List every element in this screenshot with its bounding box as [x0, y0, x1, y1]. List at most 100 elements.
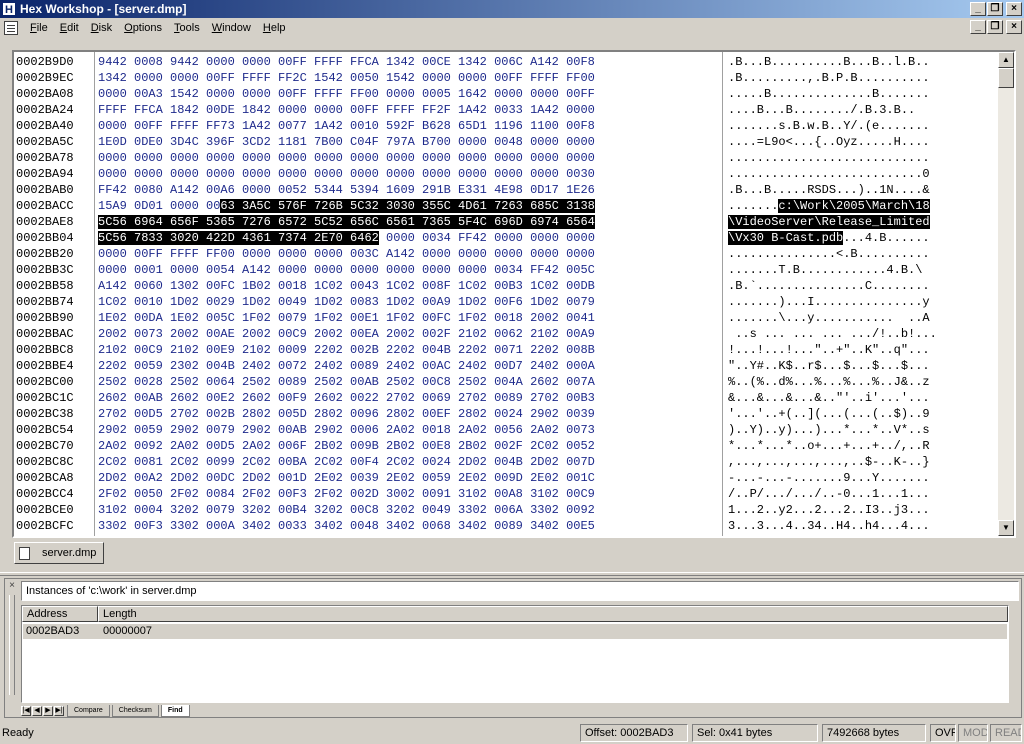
row-hex-bytes[interactable]: 2602 00AB 2602 00E2 2602 00F9 2602 0022 … [98, 390, 595, 406]
title-bar[interactable]: H Hex Workshop - [server.dmp] _ ❐ × [0, 0, 1024, 18]
hex-bytes[interactable]: ..s ... ... ... .../!..b!... [728, 327, 937, 341]
row-ascii[interactable]: .B...B..........B...B..l.B.. [728, 54, 930, 70]
row-ascii[interactable]: ............................ [728, 150, 930, 166]
hex-bytes[interactable]: .B...B.....RSDS...)..1N....& [728, 183, 930, 197]
row-ascii[interactable]: .......s.B.w.B..Y/.(e....... [728, 118, 930, 134]
hex-bytes[interactable]: ...............<.B.......... [728, 247, 930, 261]
row-hex-bytes[interactable]: 0000 0000 0000 0000 0000 0000 0000 0000 … [98, 150, 595, 166]
row-hex-bytes[interactable]: 3302 00F3 3302 000A 3402 0033 3402 0048 … [98, 518, 595, 534]
row-ascii[interactable]: /..P/.../.../..-0...1...1... [728, 486, 930, 502]
selected-bytes[interactable]: 5C56 6964 656F 5365 7276 6572 5C52 656C … [98, 215, 595, 229]
row-ascii[interactable]: .......\...y........... ..A [728, 310, 930, 326]
vertical-scrollbar[interactable]: ▲ ▼ [998, 52, 1014, 536]
hex-bytes[interactable]: )..Y)..y)...)...*...*..V*..s [728, 423, 930, 437]
hex-workshop-app-icon[interactable]: H [2, 2, 16, 16]
row-hex-bytes[interactable]: A142 0060 1302 00FC 1B02 0018 1C02 0043 … [98, 278, 595, 294]
row-ascii[interactable]: .......)...I...............y [728, 294, 930, 310]
hex-row[interactable]: 0002BC38 2702 00D5 2702 002B 2802 005D 28… [14, 406, 998, 422]
hex-row[interactable]: 0002B9D0 9442 0008 9442 0000 0000 00FF FF… [14, 54, 998, 70]
row-ascii[interactable]: )..Y)..y)...)...*...*..V*..s [728, 422, 930, 438]
row-ascii[interactable]: \Vx30 B-Cast.pdb...4.B...... [728, 230, 930, 246]
hex-row[interactable]: 0002BCA8 2D02 00A2 2D02 00DC 2D02 001D 2E… [14, 470, 998, 486]
pane-splitter[interactable] [0, 572, 1024, 576]
hex-bytes[interactable]: 2202 0059 2302 004B 2402 0072 2402 0089 … [98, 359, 595, 373]
hex-bytes[interactable]: ,...,...,...,...,..$-..K-..} [728, 455, 930, 469]
row-hex-bytes[interactable]: 0000 00A3 1542 0000 0000 00FF FFFF FF00 … [98, 86, 595, 102]
hex-bytes[interactable]: 2902 0059 2902 0079 2902 00AB 2902 0006 … [98, 423, 595, 437]
panel-grip[interactable] [9, 595, 15, 695]
hex-bytes[interactable]: .......)...I...............y [728, 295, 930, 309]
row-ascii[interactable]: ....B...B......../.B.3.B.. [728, 102, 915, 118]
hex-row[interactable]: 0002BA40 0000 00FF FFFF FF73 1A42 0077 1A… [14, 118, 998, 134]
maximize-button[interactable]: ❐ [987, 2, 1003, 16]
hex-bytes[interactable]: 2D02 00A2 2D02 00DC 2D02 001D 2E02 0039 … [98, 471, 595, 485]
hex-bytes[interactable]: 1...2..y2...2...2..I3..j3... [728, 503, 930, 517]
results-list[interactable]: Address Length 0002BAD3 00000007 [21, 605, 1009, 703]
row-hex-bytes[interactable]: 0000 00FF FFFF FF00 0000 0000 0000 003C … [98, 246, 595, 262]
hex-bytes[interactable]: .B...B..........B...B..l.B.. [728, 55, 930, 69]
hex-bytes[interactable]: 2602 00AB 2602 00E2 2602 00F9 2602 0022 … [98, 391, 595, 405]
row-hex-bytes[interactable]: 1E0D 0DE0 3D4C 396F 3CD2 1181 7B00 C04F … [98, 134, 595, 150]
hex-row[interactable]: 0002BA5C 1E0D 0DE0 3D4C 396F 3CD2 1181 7B… [14, 134, 998, 150]
row-hex-bytes[interactable]: 2502 0028 2502 0064 2502 0089 2502 00AB … [98, 374, 595, 390]
doc-close-button[interactable]: × [1006, 20, 1022, 34]
last-tab-icon[interactable]: ▶| [54, 706, 64, 716]
hex-bytes[interactable]: 1E02 00DA 1E02 005C 1F02 0079 1F02 00E1 … [98, 311, 595, 325]
menu-file[interactable]: File [24, 22, 54, 34]
row-ascii[interactable]: -...-...-.......9...Y....... [728, 470, 930, 486]
document-icon[interactable] [4, 21, 18, 35]
tab-compare[interactable]: Compare [67, 705, 110, 717]
selected-bytes[interactable]: \Vx30 B-Cast.pdb [728, 231, 844, 245]
hex-row[interactable]: 0002BACC 15A9 0D01 0000 0063 3A5C 576F 72… [14, 198, 998, 214]
row-ascii[interactable]: ,...,...,...,...,..$-..K-..} [728, 454, 930, 470]
row-ascii[interactable]: 3...3...4..34..H4..h4...4... [728, 518, 930, 534]
row-hex-bytes[interactable]: 0000 0000 0000 0000 0000 0000 0000 0000 … [98, 166, 595, 182]
hex-bytes[interactable]: 0000 00FF FFFF FF73 1A42 0077 1A42 0010 … [98, 119, 595, 133]
hex-row[interactable]: 0002BA24 FFFF FFCA 1842 00DE 1842 0000 00… [14, 102, 998, 118]
row-ascii[interactable]: .......T.B............4.B.\ [728, 262, 922, 278]
row-ascii[interactable]: .B.........,.B.P.B.......... [728, 70, 930, 86]
row-ascii[interactable]: '...'..+(..](...(...(..$)..9 [728, 406, 930, 422]
hex-bytes[interactable]: 2502 0028 2502 0064 2502 0089 2502 00AB … [98, 375, 595, 389]
hex-row[interactable]: 0002BC54 2902 0059 2902 0079 2902 00AB 29… [14, 422, 998, 438]
selected-bytes[interactable]: 63 3A5C 576F 726B 5C32 3030 355C 4D61 72… [220, 199, 595, 213]
hex-row[interactable]: 0002BC70 2A02 0092 2A02 00D5 2A02 006F 2B… [14, 438, 998, 454]
hex-row[interactable]: 0002BAB0 FF42 0080 A142 00A6 0000 0052 53… [14, 182, 998, 198]
hex-row[interactable]: 0002BA78 0000 0000 0000 0000 0000 0000 00… [14, 150, 998, 166]
menu-tools[interactable]: Tools [168, 22, 206, 34]
hex-bytes[interactable]: 0000 00A3 1542 0000 0000 00FF FFFF FF00 … [98, 87, 595, 101]
hex-row[interactable]: 0002BC8C 2C02 0081 2C02 0099 2C02 00BA 2C… [14, 454, 998, 470]
row-hex-bytes[interactable]: 15A9 0D01 0000 0063 3A5C 576F 726B 5C32 … [98, 198, 595, 214]
hex-bytes[interactable]: -...-...-.......9...Y....... [728, 471, 930, 485]
row-ascii[interactable]: \VideoServer\Release_Limited [728, 214, 930, 230]
hex-bytes[interactable]: 0000 0034 FF42 0000 0000 0000 [379, 231, 595, 245]
column-header-length[interactable]: Length [98, 606, 1008, 622]
row-hex-bytes[interactable]: 3102 0004 3202 0079 3202 00B4 3202 00C8 … [98, 502, 595, 518]
menu-help[interactable]: Help [257, 22, 292, 34]
hex-row[interactable]: 0002BC00 2502 0028 2502 0064 2502 0089 25… [14, 374, 998, 390]
doc-restore-button[interactable]: ❐ [987, 20, 1003, 34]
hex-bytes[interactable]: .B.........,.B.P.B.......... [728, 71, 930, 85]
row-ascii[interactable]: "..Y#..K$..r$...$...$...$... [728, 358, 930, 374]
row-ascii[interactable]: &...&...&...&.."'..i'...'... [728, 390, 930, 406]
menu-disk[interactable]: Disk [85, 22, 118, 34]
hex-bytes[interactable]: /..P/.../.../..-0...1...1... [728, 487, 930, 501]
hex-bytes[interactable]: .B.`...............C........ [728, 279, 930, 293]
first-tab-icon[interactable]: |◀ [21, 706, 31, 716]
hex-bytes[interactable]: .......s.B.w.B..Y/.(e....... [728, 119, 930, 133]
row-hex-bytes[interactable]: 2902 0059 2902 0079 2902 00AB 2902 0006 … [98, 422, 595, 438]
row-hex-bytes[interactable]: 1342 0000 0000 00FF FFFF FF2C 1542 0050 … [98, 70, 595, 86]
row-ascii[interactable]: .....B..............B....... [728, 86, 930, 102]
document-tab-server-dmp[interactable]: server.dmp [14, 542, 104, 564]
row-hex-bytes[interactable]: 0000 00FF FFFF FF73 1A42 0077 1A42 0010 … [98, 118, 595, 134]
hex-bytes[interactable]: .......\...y........... ..A [728, 311, 930, 325]
hex-bytes[interactable]: "..Y#..K$..r$...$...$...$... [728, 359, 930, 373]
hex-bytes[interactable]: !...!...!..."..+"..K"..q"... [728, 343, 930, 357]
row-hex-bytes[interactable]: 5C56 6964 656F 5365 7276 6572 5C52 656C … [98, 214, 595, 230]
hex-bytes[interactable]: %..(%..d%...%...%...%..J&..z [728, 375, 930, 389]
row-ascii[interactable]: *...*...*..o+...+...+../,..R [728, 438, 930, 454]
hex-row[interactable]: 0002BB58 A142 0060 1302 00FC 1B02 0018 1C… [14, 278, 998, 294]
table-row[interactable]: 0002BAD3 00000007 [23, 624, 1007, 639]
selected-bytes[interactable]: \VideoServer\Release_Limited [728, 215, 930, 229]
hex-row[interactable]: 0002BCFC 3302 00F3 3302 000A 3402 0033 34… [14, 518, 998, 534]
